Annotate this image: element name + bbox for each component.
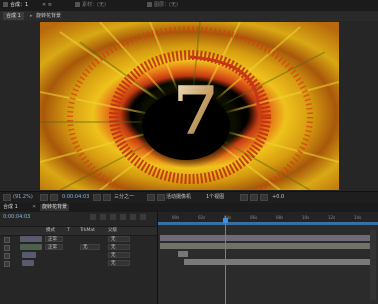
transparency-icon[interactable] bbox=[157, 194, 165, 201]
parent-dropdown[interactable]: 无 bbox=[108, 244, 130, 250]
ruler-label: 00s bbox=[172, 215, 180, 220]
panel-tab-label: 素材：(无) bbox=[82, 2, 106, 8]
layer-bar[interactable] bbox=[178, 251, 188, 257]
exposure-value[interactable]: +0.0 bbox=[272, 194, 284, 201]
viewer-tab-bar: 合成 1 ▸ 旋转花背景 bbox=[0, 11, 378, 21]
zoom-value[interactable]: (91.2%) bbox=[13, 194, 33, 201]
t-column-header: T bbox=[67, 228, 70, 233]
parent-dropdown[interactable]: 无 bbox=[108, 236, 130, 242]
layer-bar[interactable] bbox=[160, 243, 374, 249]
layer-bar[interactable] bbox=[160, 235, 374, 241]
work-area-bar[interactable] bbox=[158, 222, 378, 225]
timeline-track-area[interactable]: 00s 02s 04s 06s 08s 10s 12s 14s bbox=[158, 212, 378, 304]
composition-icon bbox=[3, 2, 8, 7]
grid-icon[interactable] bbox=[40, 194, 48, 201]
playhead-handle[interactable] bbox=[223, 218, 229, 223]
ruler-label: 12s bbox=[328, 215, 336, 220]
playhead[interactable] bbox=[225, 216, 227, 304]
motion-blur-icon[interactable] bbox=[140, 214, 146, 220]
camera-icon[interactable] bbox=[50, 194, 58, 201]
panel-tab-footage[interactable]: 素材：(无) bbox=[75, 2, 106, 9]
ruler-label: 14s bbox=[354, 215, 362, 220]
countdown-number: 7 bbox=[173, 72, 219, 150]
viewer-toolbar: (91.2%) 0:00:04:03 三分之一 活动摄像机 1个视图 +0.0 bbox=[0, 191, 378, 203]
layer-icon bbox=[147, 2, 152, 7]
trkmat-column-header: TrkMat bbox=[80, 228, 95, 233]
visibility-icon[interactable] bbox=[4, 261, 10, 267]
trkmat-dropdown[interactable]: 无 bbox=[80, 244, 100, 250]
preview-icon[interactable] bbox=[3, 194, 11, 201]
timeline-tab-rotate-flower[interactable]: 旋转花背景 bbox=[40, 204, 70, 211]
views-select[interactable]: 1个视图 bbox=[206, 194, 224, 201]
hide-shy-icon[interactable] bbox=[120, 214, 126, 220]
resolution-select[interactable]: 三分之一 bbox=[114, 194, 134, 201]
flowchart-icon[interactable] bbox=[260, 194, 268, 201]
camera-select[interactable]: 活动摄像机 bbox=[166, 194, 191, 201]
color-channel-icon[interactable] bbox=[103, 194, 111, 201]
panel-tab-layer[interactable]: 图层：(无) bbox=[147, 2, 178, 9]
region-icon[interactable] bbox=[147, 194, 155, 201]
layer-row[interactable]: 无 bbox=[0, 259, 157, 267]
mode-dropdown[interactable]: 正常 bbox=[45, 236, 63, 242]
panel-tab-label: 合成：1 bbox=[10, 2, 29, 8]
layout-icon[interactable] bbox=[250, 194, 258, 201]
timeline-tab-comp1[interactable]: 合成 1 bbox=[3, 204, 18, 211]
layer-row[interactable]: 无 bbox=[0, 251, 157, 259]
layer-name[interactable] bbox=[20, 244, 42, 250]
flower-render: 7 bbox=[40, 22, 339, 190]
parent-dropdown[interactable]: 无 bbox=[108, 252, 130, 258]
viewer-tab-rotate-flower[interactable]: 旋转花背景 bbox=[33, 12, 64, 20]
ruler-label: 10s bbox=[302, 215, 310, 220]
viewer-tab-comp1[interactable]: 合成 1 bbox=[3, 12, 24, 20]
layer-bar[interactable] bbox=[184, 259, 374, 265]
layer-name[interactable] bbox=[22, 260, 34, 266]
search-icon[interactable] bbox=[90, 214, 96, 220]
comp-flowchart-icon[interactable] bbox=[100, 214, 106, 220]
time-ruler[interactable]: 00s 02s 04s 06s 08s 10s 12s 14s bbox=[158, 212, 378, 222]
parent-column-header: 父级 bbox=[108, 228, 117, 233]
timecode[interactable]: 0:00:04:03 bbox=[62, 194, 89, 201]
layer-name[interactable] bbox=[20, 236, 42, 242]
ruler-label: 02s bbox=[198, 215, 206, 220]
vertical-scrollbar[interactable] bbox=[370, 230, 376, 300]
frame-blend-icon[interactable] bbox=[130, 214, 136, 220]
mode-column-header: 模式 bbox=[46, 228, 55, 233]
timeline-layer-panel: 0:00:04:03 模式 T TrkMat 父级 正常 无 正常 无 无 无 … bbox=[0, 212, 158, 304]
toggle-icon[interactable] bbox=[240, 194, 248, 201]
parent-dropdown[interactable]: 无 bbox=[108, 260, 130, 266]
snapshot-icon[interactable] bbox=[93, 194, 101, 201]
footage-icon bbox=[75, 2, 80, 7]
close-icon[interactable]: ✕ ≡ bbox=[42, 2, 52, 9]
panel-tab-composition[interactable]: 合成：1 bbox=[3, 2, 28, 9]
ruler-label: 08s bbox=[276, 215, 284, 220]
timeline-tab-bar: 合成 1 ✕ 旋转花背景 bbox=[0, 203, 378, 212]
close-icon[interactable]: ✕ bbox=[32, 204, 36, 211]
timeline-timecode[interactable]: 0:00:04:03 bbox=[3, 214, 30, 220]
composition-frame: 7 bbox=[40, 22, 339, 190]
mode-dropdown[interactable]: 正常 bbox=[45, 244, 63, 250]
ruler-label: 06s bbox=[250, 215, 258, 220]
draft-3d-icon[interactable] bbox=[110, 214, 116, 220]
layer-row[interactable]: 正常 无 无 bbox=[0, 243, 157, 251]
layer-name[interactable] bbox=[22, 252, 36, 258]
panel-tab-label: 图层：(无) bbox=[154, 2, 178, 8]
layer-row[interactable]: 正常 无 bbox=[0, 235, 157, 243]
